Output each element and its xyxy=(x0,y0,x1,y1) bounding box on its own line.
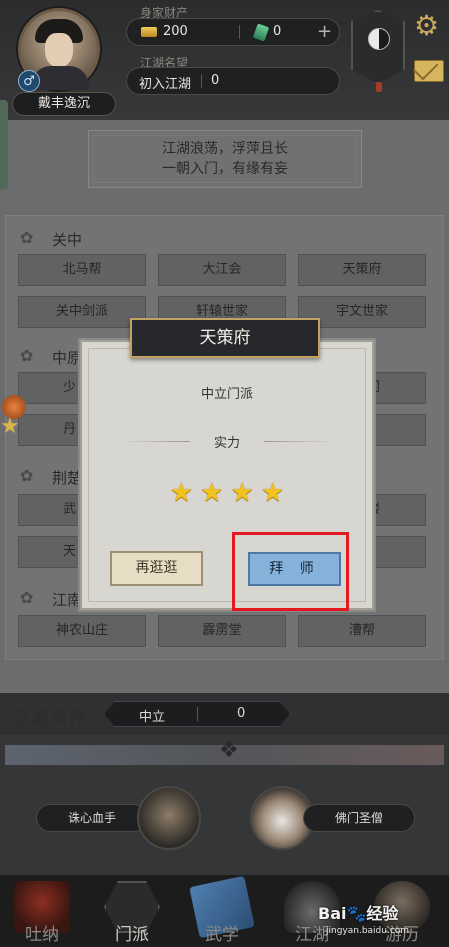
baidu-watermark: Bai🐾经验 xyxy=(318,904,399,923)
region-title: 江南 xyxy=(52,591,83,609)
nav-tab-breathing[interactable]: 吐纳 xyxy=(2,875,82,947)
evil-title-pill: 诛心血手 xyxy=(36,804,148,832)
star-icon: ★ xyxy=(200,478,224,508)
strength-stars: ★ ★ ★ ★ xyxy=(80,478,374,508)
rating-alignment: 中立 xyxy=(139,710,166,725)
jade-amount: 0 xyxy=(273,24,282,39)
flower-icon: ✿ xyxy=(20,466,34,485)
evil-portrait[interactable] xyxy=(137,786,201,850)
jade-icon xyxy=(252,23,270,42)
rating-bar: 中立 0 xyxy=(104,701,290,727)
fame-bar: 初入江湖 0 xyxy=(126,67,340,95)
male-icon: ♂ xyxy=(18,70,40,92)
avatar-face xyxy=(45,33,73,67)
tassel-icon xyxy=(376,82,382,92)
add-currency-button[interactable]: + xyxy=(317,21,332,42)
region-title: 荆楚 xyxy=(52,469,83,487)
sect-alignment: 中立门派 xyxy=(200,387,253,402)
sect-button[interactable]: 关中剑派 xyxy=(18,296,146,328)
knot-icon: ❖ xyxy=(219,738,239,763)
player-name: 戴丰逸沉 xyxy=(12,92,116,116)
rating-title: 江湖风评 xyxy=(14,709,86,729)
divider xyxy=(201,74,202,88)
star-icon: ★ xyxy=(230,478,254,508)
sect-button[interactable]: 霹雳堂 xyxy=(158,615,286,647)
divider xyxy=(239,25,240,39)
strength-row: 实力 xyxy=(120,432,334,451)
sect-button[interactable]: 天策府 xyxy=(298,254,426,286)
nav-tab-sect[interactable]: 门派 xyxy=(92,875,172,947)
wealth-bar: 200 0 + xyxy=(126,18,340,46)
divider xyxy=(197,707,198,721)
good-title-pill: 佛门圣僧 xyxy=(303,804,415,832)
dialog-title: 天策府 xyxy=(130,318,320,358)
flower-icon: ✿ xyxy=(20,588,34,607)
gold-ingot-icon xyxy=(141,27,157,37)
star-icon: ★ xyxy=(260,478,285,508)
gear-icon[interactable]: ⚙ xyxy=(414,12,439,40)
floating-star-icon[interactable]: ★ xyxy=(0,414,20,439)
highlight-annotation xyxy=(232,532,349,611)
taiji-icon xyxy=(368,28,390,50)
quote-line-2: 一朝入门，有缘有妄 xyxy=(162,161,288,177)
rating-value: 0 xyxy=(237,706,246,721)
star-icon: ★ xyxy=(169,478,194,508)
flower-icon: ✿ xyxy=(20,346,34,365)
nav-tab-martial[interactable]: 武学 xyxy=(182,875,262,947)
gold-amount: 200 xyxy=(163,24,188,39)
quote-line-1: 江湖浪荡，浮萍且长 xyxy=(162,141,288,157)
side-tab[interactable] xyxy=(0,100,8,190)
fame-rank: 初入江湖 xyxy=(139,77,192,92)
region-title: 中原 xyxy=(52,349,83,367)
browse-again-button[interactable]: 再逛逛 xyxy=(110,551,203,586)
sect-button[interactable]: 漕帮 xyxy=(298,615,426,647)
baidu-watermark-url: jingyan.baidu.com xyxy=(326,926,410,936)
sect-button[interactable]: 大江会 xyxy=(158,254,286,286)
region-title: 关中 xyxy=(52,231,83,249)
mail-icon[interactable] xyxy=(414,60,444,82)
flower-icon: ✿ xyxy=(20,228,34,247)
quote-box: 江湖浪荡，浮萍且长 一朝入门，有缘有妄 xyxy=(88,130,362,188)
divider-right xyxy=(264,441,334,442)
sect-button[interactable]: 神农山庄 xyxy=(18,615,146,647)
sect-button[interactable]: 北马帮 xyxy=(18,254,146,286)
fame-value: 0 xyxy=(211,73,220,88)
